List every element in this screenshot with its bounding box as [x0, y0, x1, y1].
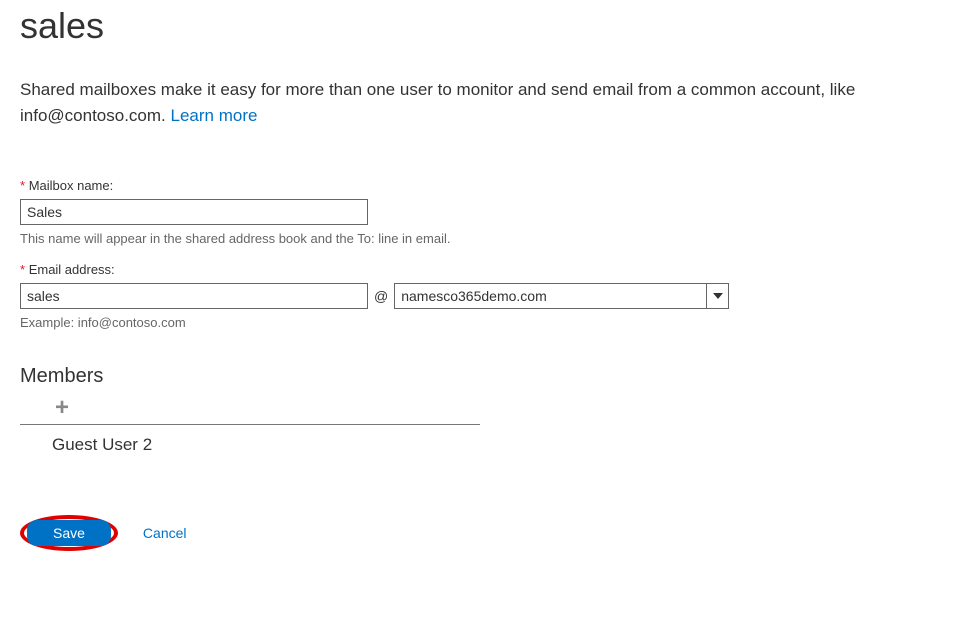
email-domain-value: namesco365demo.com: [395, 284, 706, 308]
page-title: sales: [20, 5, 948, 47]
members-heading: Members: [20, 365, 948, 388]
mailbox-name-hint: This name will appear in the shared addr…: [20, 231, 948, 246]
mailbox-name-input[interactable]: [20, 199, 368, 225]
save-button[interactable]: Save: [27, 520, 111, 546]
email-domain-dropdown-button[interactable]: [706, 284, 728, 308]
members-toolbar: +: [20, 396, 480, 425]
members-list: Guest User 2: [20, 425, 480, 465]
required-marker: *: [20, 178, 25, 193]
members-section: Members + Guest User 2: [20, 365, 948, 465]
plus-icon: +: [55, 394, 69, 421]
page-description: Shared mailboxes make it easy for more t…: [20, 77, 948, 128]
email-address-hint: Example: info@contoso.com: [20, 315, 948, 330]
save-highlight-annotation: Save: [20, 515, 118, 551]
add-member-button[interactable]: +: [20, 396, 104, 420]
list-item[interactable]: Guest User 2: [20, 425, 480, 465]
description-text: Shared mailboxes make it easy for more t…: [20, 80, 855, 125]
chevron-down-icon: [713, 293, 723, 299]
mailbox-name-label: * Mailbox name:: [20, 178, 948, 193]
email-localpart-input[interactable]: [20, 283, 368, 309]
email-address-label-text: Email address:: [29, 262, 115, 277]
mailbox-name-group: * Mailbox name: This name will appear in…: [20, 178, 948, 246]
email-domain-select[interactable]: namesco365demo.com: [394, 283, 729, 309]
action-row: Save Cancel: [20, 515, 948, 551]
mailbox-name-label-text: Mailbox name:: [29, 178, 114, 193]
cancel-link[interactable]: Cancel: [143, 525, 187, 541]
email-address-label: * Email address:: [20, 262, 948, 277]
email-address-group: * Email address: @ namesco365demo.com Ex…: [20, 262, 948, 330]
at-sign: @: [374, 288, 388, 304]
required-marker: *: [20, 262, 25, 277]
learn-more-link[interactable]: Learn more: [171, 106, 258, 125]
